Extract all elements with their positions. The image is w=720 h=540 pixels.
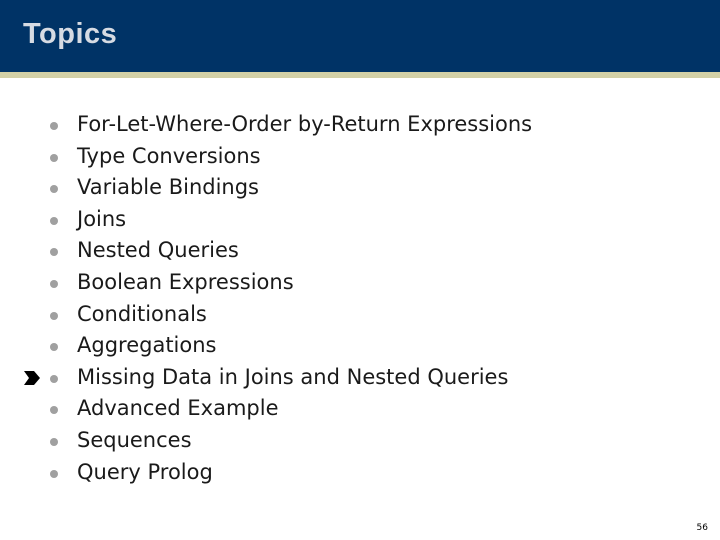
bullet-dot-icon: [50, 153, 58, 162]
topic-label: Boolean Expressions: [77, 269, 294, 294]
topic-label: Conditionals: [77, 301, 207, 326]
bullet-dot-icon: [50, 469, 58, 478]
bullet-dot-icon: [50, 216, 58, 225]
arrow-pointer-icon: [24, 370, 40, 385]
topic-list: For-Let-Where-Order by-Return Expression…: [0, 109, 532, 488]
topic-label: Nested Queries: [77, 238, 239, 263]
topic-label: Aggregations: [77, 333, 217, 358]
bullet-dot-icon: [50, 248, 58, 257]
bullet-dot-icon: [50, 343, 58, 352]
topic-item: Conditionals: [0, 299, 532, 331]
topic-label: Variable Bindings: [77, 175, 259, 200]
topic-item: Aggregations: [0, 330, 532, 362]
topic-item: For-Let-Where-Order by-Return Expression…: [0, 109, 532, 141]
slide-header: Topics: [0, 0, 720, 72]
bullet-dot-icon: [50, 122, 58, 130]
topic-label: Advanced Example: [77, 396, 279, 421]
bullet-dot-icon: [50, 437, 58, 446]
topic-item: Type Conversions: [0, 141, 532, 173]
page-number: 56: [696, 523, 708, 533]
slide-title: Topics: [23, 18, 118, 50]
topic-label: Sequences: [77, 427, 192, 452]
topic-item: Nested Queries: [0, 235, 532, 267]
topic-item-current: Missing Data in Joins and Nested Queries: [0, 362, 532, 394]
topic-item: Advanced Example: [0, 393, 532, 425]
topic-item: Sequences: [0, 425, 532, 457]
bullet-dot-icon: [50, 279, 58, 288]
topic-label: For-Let-Where-Order by-Return Expression…: [77, 112, 533, 136]
topic-label: Type Conversions: [77, 143, 261, 168]
bullet-dot-icon: [50, 311, 58, 320]
topic-item: Joins: [0, 204, 532, 236]
bullet-dot-icon: [50, 406, 58, 415]
topic-item: Query Prolog: [0, 457, 532, 489]
topic-label: Query Prolog: [77, 459, 213, 484]
topic-item: Variable Bindings: [0, 172, 532, 204]
topic-item: Boolean Expressions: [0, 267, 532, 299]
bullet-dot-icon: [50, 185, 58, 194]
topic-label: Missing Data in Joins and Nested Queries: [77, 364, 509, 389]
header-divider: [0, 72, 720, 78]
topic-label: Joins: [77, 206, 127, 231]
bullet-dot-icon: [50, 374, 58, 383]
